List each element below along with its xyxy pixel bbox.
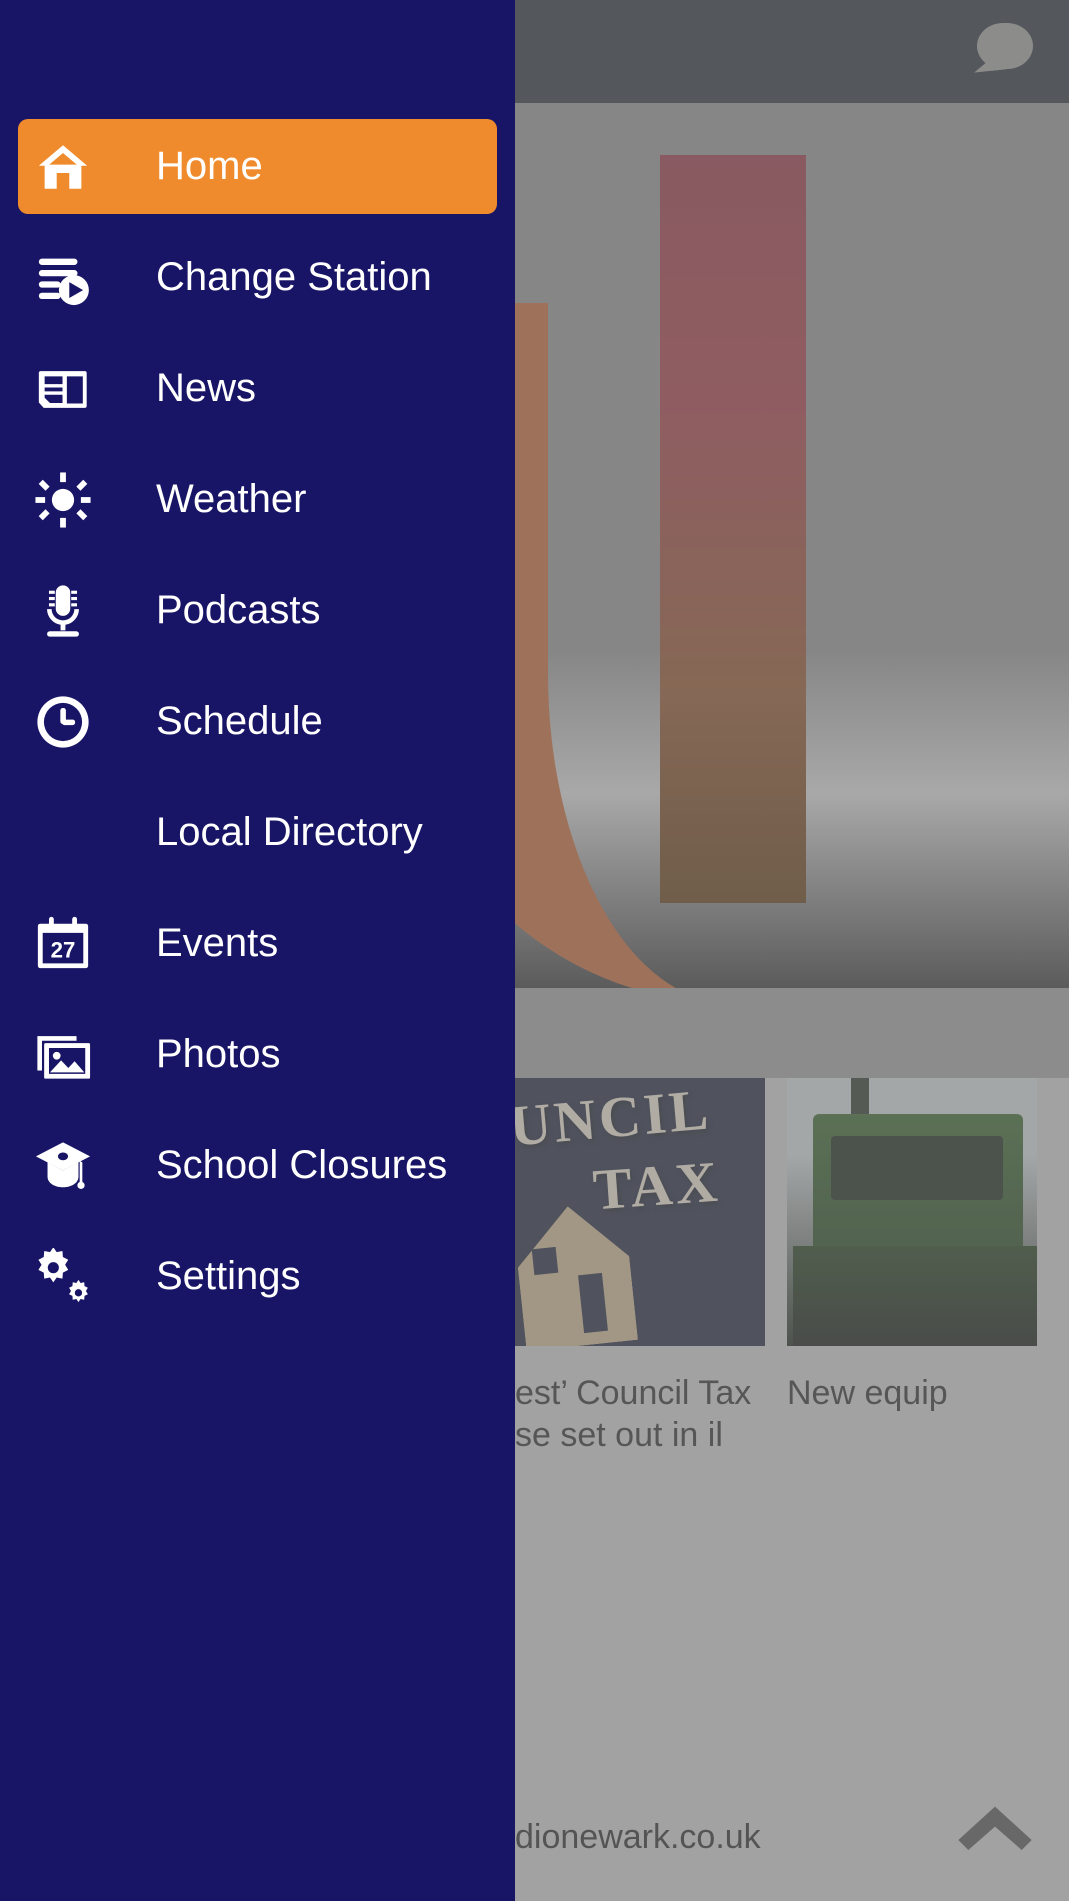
sidebar-item-label: News — [156, 366, 257, 410]
news-card[interactable]: UNCIL TAX est’ Council Tax se set out in… — [515, 1078, 765, 1456]
clock-icon — [18, 693, 108, 751]
sidebar-item-label: Change Station — [156, 255, 432, 299]
sun-icon — [18, 471, 108, 529]
sidebar-item-change-station[interactable]: Change Station — [18, 230, 497, 325]
sidebar-item-label: Home — [156, 144, 263, 188]
sidebar-item-podcasts[interactable]: Podcasts — [18, 563, 497, 658]
sidebar-item-weather[interactable]: Weather — [18, 452, 497, 547]
news-card-title: New equip — [787, 1374, 948, 1412]
calendar-27-icon: 27 — [18, 915, 108, 973]
sidebar-item-local-directory[interactable]: Local Directory — [18, 785, 497, 880]
home-icon — [18, 138, 108, 196]
thumb-tractor-glass — [831, 1136, 1003, 1200]
sidebar-item-label: Settings — [156, 1254, 301, 1298]
svg-text:27: 27 — [51, 937, 76, 962]
sidebar-item-label: Local Directory — [156, 810, 423, 854]
sidebar-item-label: Schedule — [156, 699, 323, 743]
chat-bubble-icon[interactable] — [971, 22, 1033, 81]
news-card-rail[interactable]: UNCIL TAX est’ Council Tax se set out in… — [515, 1078, 1037, 1456]
navigation-drawer: Home Change Station News Weather Podcast… — [0, 0, 515, 1901]
sidebar-item-label: Photos — [156, 1032, 281, 1076]
thumb-tractor-body — [793, 1246, 1037, 1346]
sidebar-item-label: Weather — [156, 477, 307, 521]
footer-url-text: dionewark.co.uk — [515, 1818, 761, 1856]
sidebar-item-news[interactable]: News — [18, 341, 497, 436]
news-card[interactable]: New equip — [787, 1078, 1037, 1456]
sidebar-item-school-closures[interactable]: School Closures — [18, 1118, 497, 1213]
photo-stack-icon — [18, 1026, 108, 1084]
news-card-thumbnail — [787, 1078, 1037, 1346]
microphone-icon — [18, 582, 108, 640]
sidebar-item-home[interactable]: Home — [18, 119, 497, 214]
app-screen: UNCIL TAX est’ Council Tax se set out in… — [0, 0, 1069, 1901]
news-card-thumbnail: UNCIL TAX — [515, 1078, 765, 1346]
chevron-up-icon[interactable] — [955, 1795, 1035, 1855]
thumb-house-window — [531, 1246, 559, 1276]
thumb-word-council: UNCIL — [515, 1078, 714, 1159]
graduation-cap-icon — [18, 1137, 108, 1195]
newspaper-icon — [18, 360, 108, 418]
gears-icon — [18, 1247, 108, 1306]
sidebar-item-label: Podcasts — [156, 588, 321, 632]
sidebar-item-label: School Closures — [156, 1143, 448, 1187]
sidebar-item-label: Events — [156, 921, 279, 965]
chat-bubble-body — [977, 22, 1033, 69]
logo-bar-shape — [660, 155, 806, 903]
news-card-title: est’ Council Tax se set out in il — [515, 1374, 752, 1454]
thumb-word-tax: TAX — [590, 1148, 723, 1223]
sidebar-item-events[interactable]: 27 Events — [18, 896, 497, 991]
sidebar-item-settings[interactable]: Settings — [18, 1229, 497, 1324]
sidebar-item-photos[interactable]: Photos — [18, 1007, 497, 1102]
sidebar-item-schedule[interactable]: Schedule — [18, 674, 497, 769]
playlist-play-icon — [18, 249, 108, 307]
